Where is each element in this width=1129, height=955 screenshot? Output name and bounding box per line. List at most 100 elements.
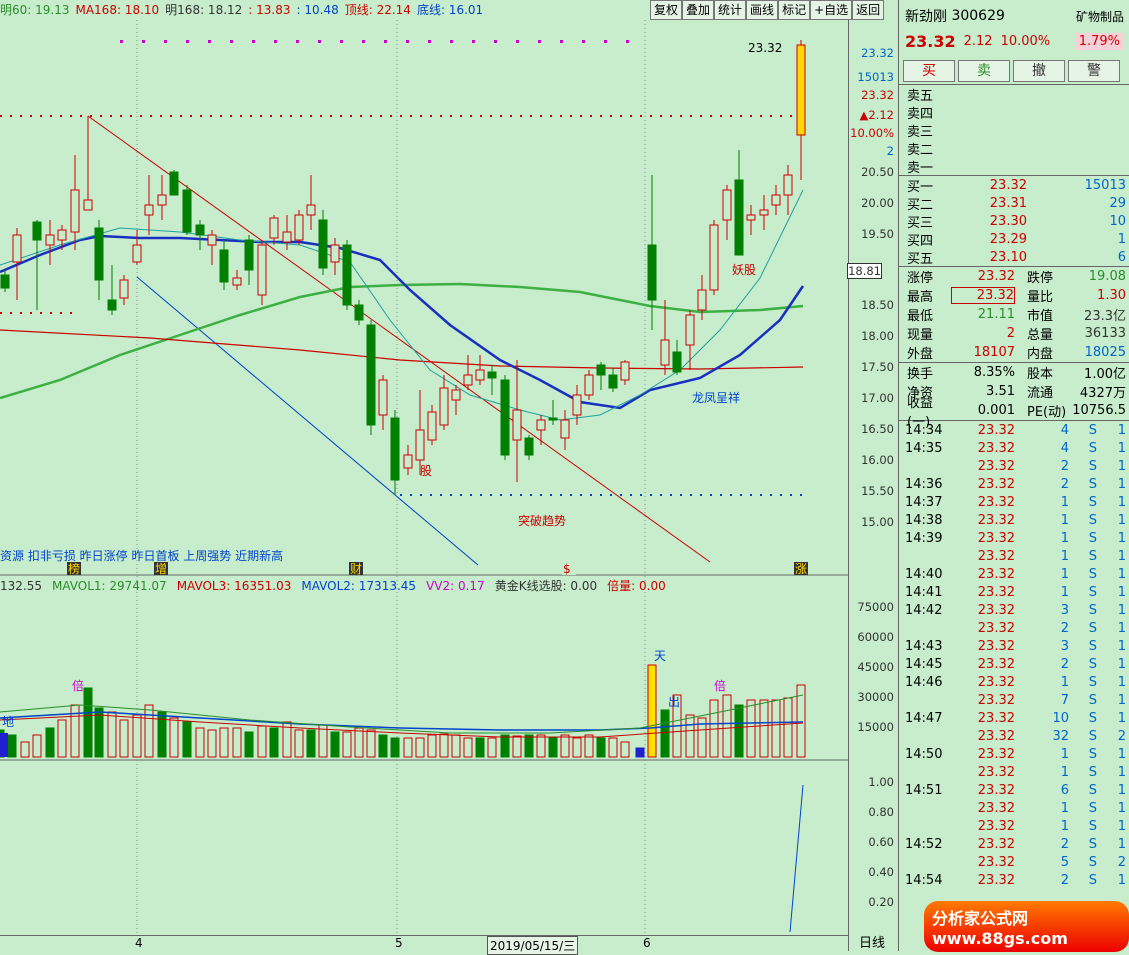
vol-indicator-1: MAVOL1: 29741.07 <box>52 579 167 593</box>
candle-body <box>536 419 546 431</box>
period-label: 日线 <box>859 936 886 951</box>
date-label-6: 6 <box>643 936 651 950</box>
trade-button-2[interactable]: 撤 <box>1013 60 1065 82</box>
stat-label-2: 流通 <box>1027 386 1054 401</box>
tick-time: 14:37 <box>905 494 943 510</box>
buy-level: 买四 23.29 1 <box>899 230 1129 249</box>
candle-body <box>463 374 473 386</box>
buy-label: 买一 <box>907 179 934 195</box>
price-axis-label: 23.32 <box>861 88 894 102</box>
tick-time: 14:41 <box>905 584 943 600</box>
toolbar-button-1[interactable]: 叠加 <box>682 0 715 20</box>
volume-bar <box>119 719 129 758</box>
signal-dot <box>274 40 277 43</box>
tick-num: 2 <box>1117 854 1126 870</box>
candle-body <box>219 249 229 283</box>
tick-time: 14:42 <box>905 602 943 618</box>
tick-qty: 2 <box>1060 458 1069 474</box>
tick-time: 14:34 <box>905 422 943 438</box>
volume-axis-label: 75000 <box>857 600 894 614</box>
volume-bar <box>596 737 606 758</box>
volume-bar <box>83 687 93 758</box>
price-axis-label: 10.00% <box>850 126 894 140</box>
stat-label: 最低 <box>907 309 934 324</box>
signal-dot <box>472 40 475 43</box>
toolbar-button-5[interactable]: +自选 <box>810 0 853 20</box>
candle-body <box>596 364 606 376</box>
volume-bar <box>342 731 352 758</box>
tick-side: S <box>1088 602 1097 618</box>
stat-label: 外盘 <box>907 347 934 362</box>
candle-body <box>620 361 630 381</box>
tick-row: 23.32 7 S 1 <box>899 691 1129 709</box>
tick-num: 1 <box>1117 872 1126 888</box>
event-marker-label: 增 <box>155 562 167 576</box>
tick-side: S <box>1088 836 1097 852</box>
buy-price: 23.32 <box>989 177 1027 193</box>
volume-bar <box>771 699 781 758</box>
tick-num: 1 <box>1117 584 1126 600</box>
price-axis-label: 20.00 <box>861 196 894 210</box>
stat-value-2: 4327万 <box>1079 386 1126 401</box>
tick-time: 14:36 <box>905 476 943 492</box>
tick-qty: 1 <box>1060 584 1069 600</box>
toolbar-button-4[interactable]: 标记 <box>778 0 811 20</box>
volume-bar <box>366 729 376 758</box>
candle-body <box>70 189 80 233</box>
tick-price: 23.32 <box>977 476 1015 492</box>
tick-time: 14:38 <box>905 512 943 528</box>
tick-side: S <box>1088 800 1097 816</box>
tick-price: 23.32 <box>977 818 1015 834</box>
price-axis-label: 15.50 <box>861 484 894 498</box>
trade-button-3[interactable]: 警 <box>1068 60 1120 82</box>
volume-bar <box>746 699 756 758</box>
stat-label: 最高 <box>907 290 934 305</box>
stat-value-2: 36133 <box>1084 326 1126 341</box>
trade-button-1[interactable]: 卖 <box>958 60 1010 82</box>
tick-qty: 2 <box>1060 620 1069 636</box>
tick-num: 1 <box>1117 836 1126 852</box>
candle-body <box>487 371 497 379</box>
tick-row: 23.32 5 S 2 <box>899 853 1129 871</box>
volume-bar <box>269 727 279 758</box>
stat-value-2: 18025 <box>1084 345 1126 360</box>
candle-body <box>132 244 142 263</box>
ma20-line <box>0 234 805 410</box>
candle-body <box>722 189 732 221</box>
sell-label: 卖一 <box>907 160 934 176</box>
tick-price: 23.32 <box>977 764 1015 780</box>
volume-bar <box>783 697 793 758</box>
tick-price: 23.32 <box>977 854 1015 870</box>
volume-bar <box>45 727 55 758</box>
tick-num: 1 <box>1117 782 1126 798</box>
toolbar-button-2[interactable]: 统计 <box>714 0 747 20</box>
sector-label[interactable]: 矿物制品 <box>1076 8 1124 25</box>
volume-axis-label: 45000 <box>857 660 894 674</box>
candle-body <box>451 389 461 401</box>
signal-dot <box>560 40 563 43</box>
tick-row: 14:43 23.32 3 S 1 <box>899 637 1129 655</box>
candlestick-chart[interactable]: 23.32妖股龙凤呈祥突破趋势股天出倍 倍地榜增财 $ 涨 <box>0 0 848 935</box>
tick-row: 14:47 23.32 10 S 1 <box>899 709 1129 727</box>
sell-label: 卖三 <box>907 124 934 140</box>
date-label-cursor: 2019/05/15/三 <box>487 936 579 955</box>
candle-body <box>294 214 304 241</box>
toolbar-button-3[interactable]: 画线 <box>746 0 779 20</box>
tick-price: 23.32 <box>977 710 1015 726</box>
toolbar-button-6[interactable]: 返回 <box>852 0 885 20</box>
strategy-tags: 资源 扣非亏损 昨日涨停 昨日首板 上周强势 近期新高 <box>0 549 284 563</box>
tick-num: 1 <box>1117 638 1126 654</box>
tick-side: S <box>1088 494 1097 510</box>
volume-bar <box>415 737 425 758</box>
trade-button-0[interactable]: 买 <box>903 60 955 82</box>
buy-label: 买三 <box>907 215 934 231</box>
tick-row: 23.32 1 S 1 <box>899 817 1129 835</box>
tick-num: 1 <box>1117 422 1126 438</box>
tick-qty: 1 <box>1060 512 1069 528</box>
chart-area[interactable]: 明60: 19.13 MA168: 18.10 明168: 18.12: 13.83… <box>0 0 848 955</box>
volume-bar <box>451 734 461 758</box>
tick-num: 1 <box>1117 494 1126 510</box>
toolbar-button-0[interactable]: 复权 <box>650 0 683 20</box>
tick-side: S <box>1088 458 1097 474</box>
tick-num: 1 <box>1117 458 1126 474</box>
